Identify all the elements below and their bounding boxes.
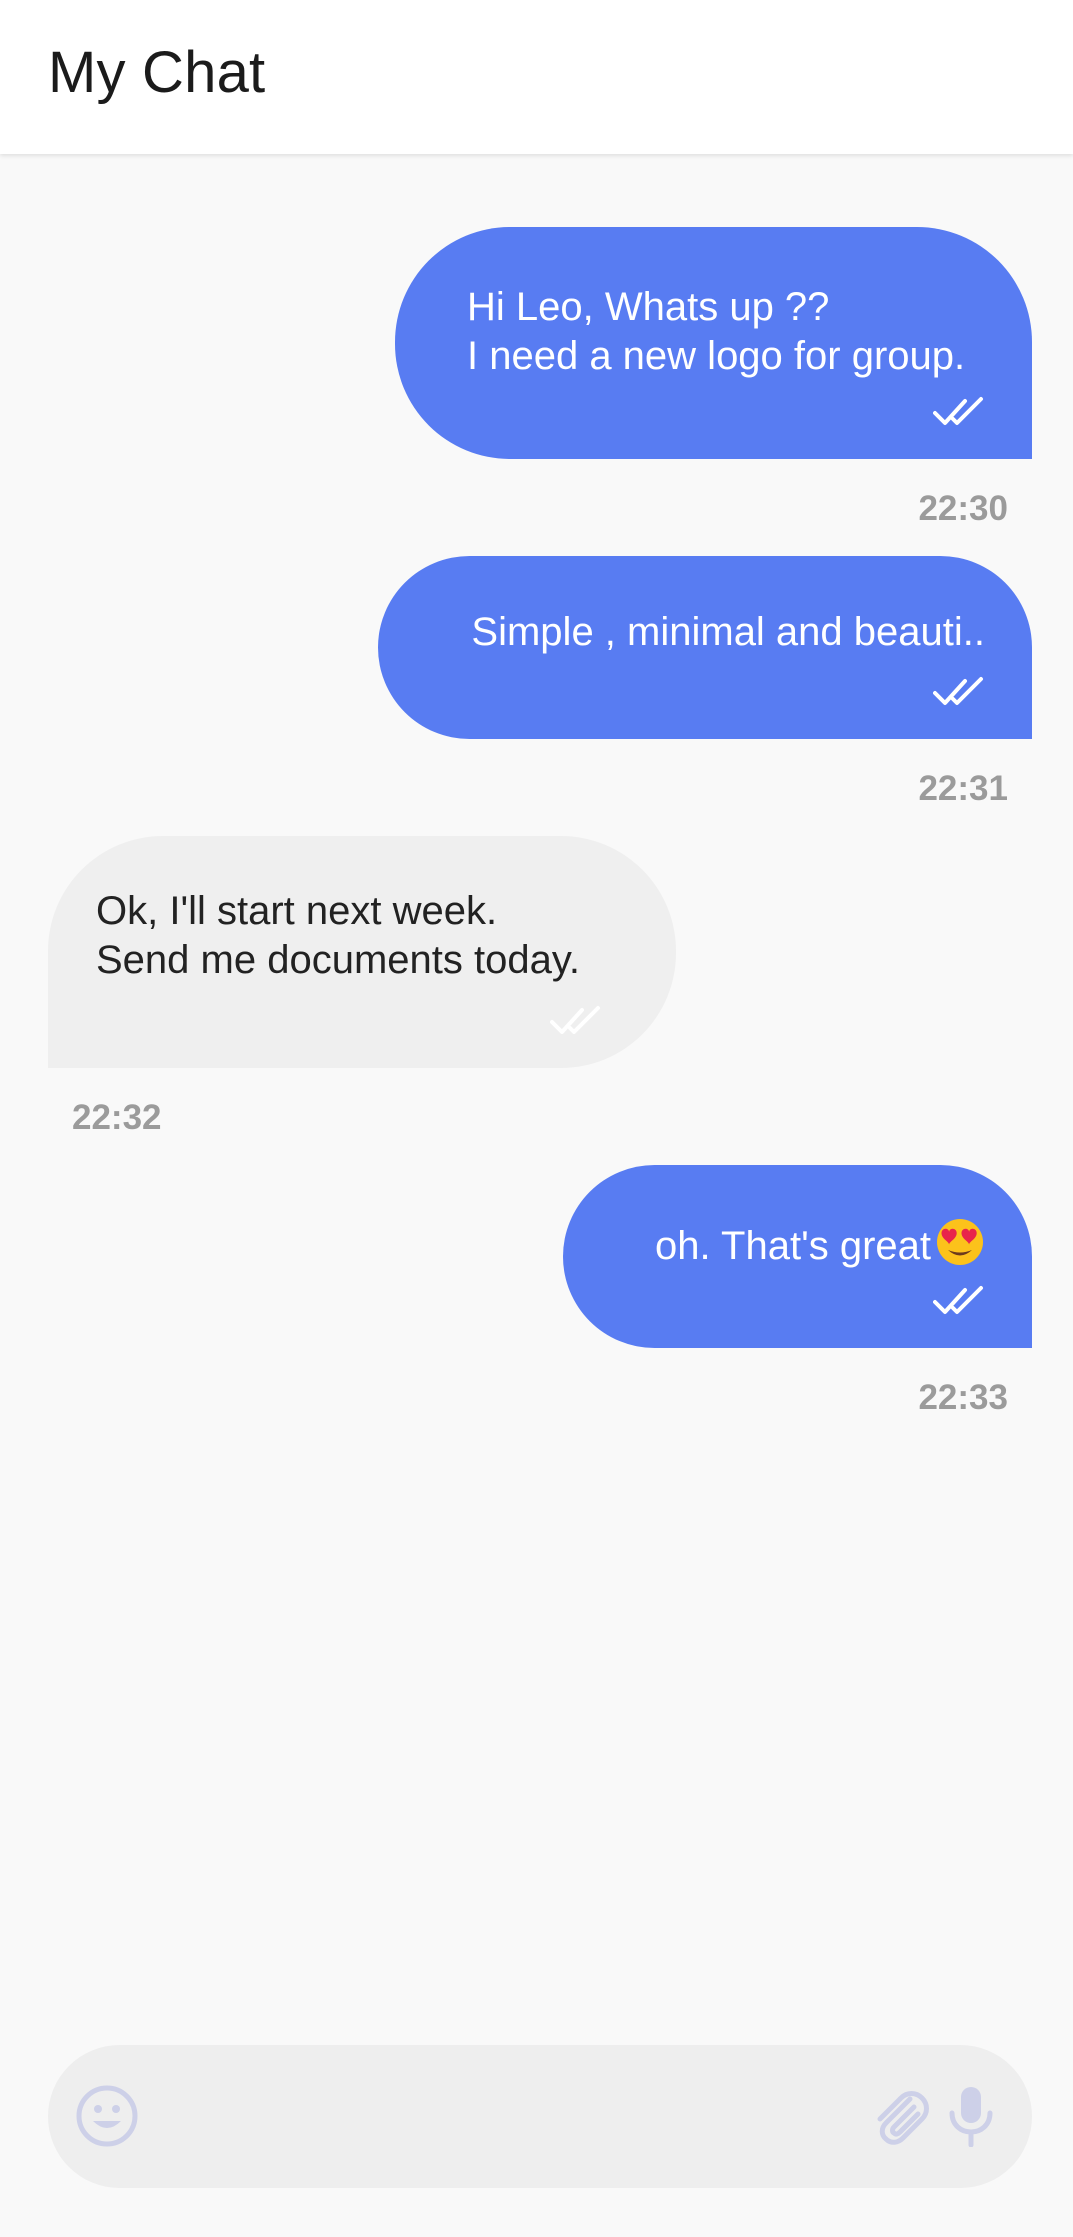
message-input[interactable] [166,2075,890,2157]
double-check-icon [933,395,985,429]
message-bubble-incoming[interactable]: Ok, I'll start next week. Send me docume… [48,836,676,1068]
message-text-line: oh. That's great [563,1217,985,1271]
app-bar: My Chat [0,0,1073,154]
message-bubble-outgoing[interactable]: Hi Leo, Whats up ?? I need a new logo fo… [395,227,1032,459]
message-text-line: Hi Leo, Whats up ?? [467,285,830,329]
double-check-icon [933,1284,985,1318]
message-text: oh. That's great [655,1224,931,1268]
attachment-icon[interactable] [870,2085,930,2154]
message-bubble-outgoing[interactable]: Simple , minimal and beauti.. [378,556,1032,739]
message-bubble-outgoing[interactable]: oh. That's great [563,1165,1032,1348]
message-timestamp: 22:32 [72,1098,162,1137]
message-timestamp: 22:30 [918,489,1008,528]
message-text-line: I need a new logo for group. [467,334,966,378]
message-text-line: Ok, I'll start next week. [96,889,498,933]
chat-title: My Chat [48,40,266,105]
message-timestamp: 22:31 [918,769,1008,808]
message-text-line: Send me documents today. [96,938,580,982]
message-composer [48,2045,1032,2188]
double-check-icon [933,675,985,709]
microphone-icon[interactable] [946,2085,996,2152]
message-text-line: Simple , minimal and beauti.. [471,610,985,654]
message-timestamp: 22:33 [918,1378,1008,1417]
emoji-icon[interactable] [76,2085,138,2152]
heart-eyes-emoji-icon [935,1217,985,1267]
double-check-icon [550,1004,602,1038]
